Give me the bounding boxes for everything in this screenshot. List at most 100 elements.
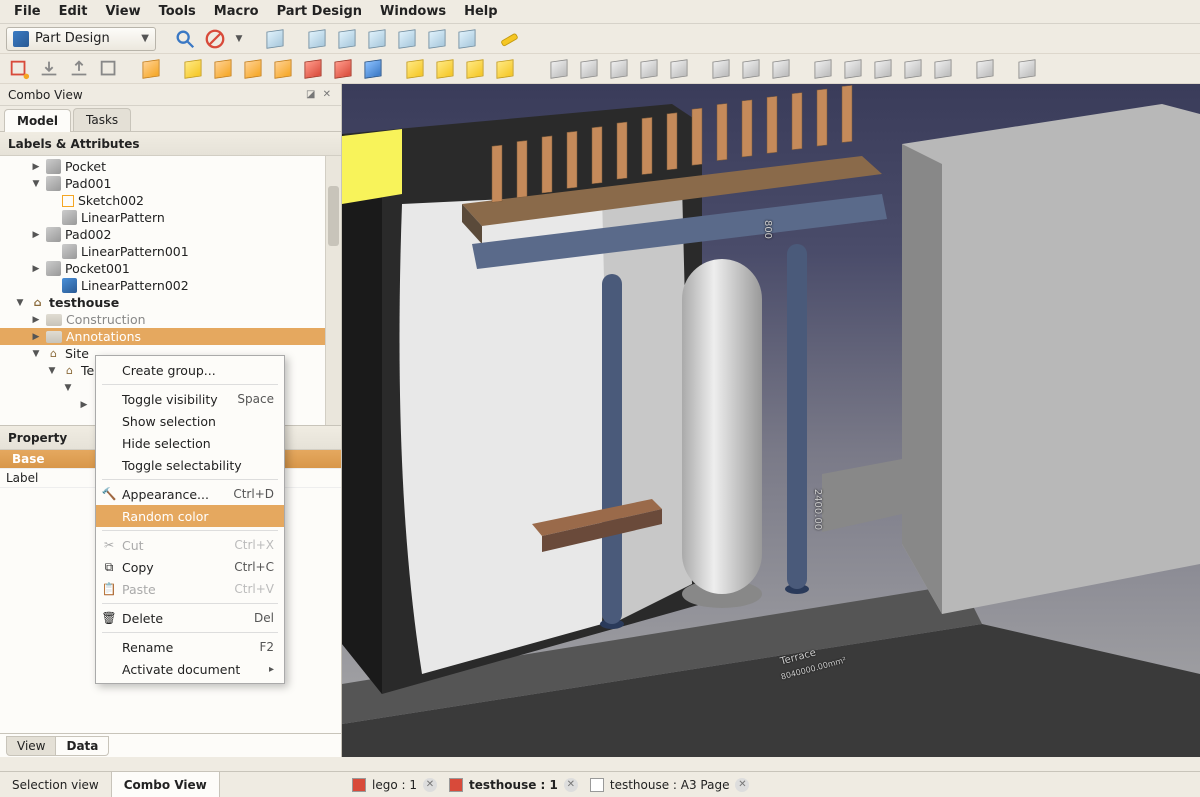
tree-twisty-icon[interactable]: ▼ [30, 179, 42, 189]
tree-twisty-icon[interactable]: ▼ [62, 383, 74, 393]
boolean-icon[interactable] [810, 56, 836, 82]
menu-item[interactable]: RenameF2 [96, 636, 284, 658]
menu-item[interactable]: Hide selection [96, 432, 284, 454]
view-iso-icon[interactable] [262, 26, 288, 52]
menu-item[interactable]: Toggle visibilitySpace [96, 388, 284, 410]
close-icon[interactable]: ✕ [423, 778, 437, 792]
tree-twisty-icon[interactable]: ▶ [30, 162, 42, 172]
layers-icon[interactable] [180, 56, 206, 82]
view-right-icon[interactable] [364, 26, 390, 52]
document-tab[interactable]: lego : 1✕ [352, 778, 437, 792]
scale-icon[interactable] [840, 56, 866, 82]
tree-item[interactable]: ▶Pad002 [0, 226, 341, 243]
tree-twisty-icon[interactable]: ▶ [30, 264, 42, 274]
menu-item[interactable]: Show selection [96, 410, 284, 432]
export-icon[interactable] [66, 56, 92, 82]
document-tab[interactable]: testhouse : 1✕ [449, 778, 578, 792]
menu-item-label: Rename [122, 640, 173, 655]
shapestring-icon[interactable] [900, 56, 926, 82]
measure-icon[interactable] [496, 26, 522, 52]
3d-viewport[interactable]: 400.00656.061900.002400.00800Terrace8040… [342, 84, 1200, 757]
tree-item[interactable]: LinearPattern [0, 209, 341, 226]
tree-item[interactable]: LinearPattern002 [0, 277, 341, 294]
tree-scrollbar[interactable] [325, 156, 341, 425]
pocket-icon[interactable] [300, 56, 326, 82]
workbench-selector[interactable]: Part Design ▼ [6, 27, 156, 51]
tab-data[interactable]: Data [56, 736, 109, 756]
polar-pattern-icon[interactable] [768, 56, 794, 82]
multitransform-icon[interactable] [870, 56, 896, 82]
menu-file[interactable]: File [6, 1, 49, 22]
menu-edit[interactable]: Edit [51, 1, 96, 22]
groove-icon[interactable] [360, 56, 386, 82]
tree-item[interactable]: ▼Pad001 [0, 175, 341, 192]
menu-item[interactable]: Create group... [96, 359, 284, 381]
tree-twisty-icon[interactable]: ▼ [30, 349, 42, 359]
sweep-icon[interactable] [270, 56, 296, 82]
zoom-fit-icon[interactable] [172, 26, 198, 52]
menu-item[interactable]: 🗑DeleteDel [96, 607, 284, 629]
panel-controls-icon[interactable]: ◪ ✕ [306, 89, 333, 100]
pad-icon[interactable] [138, 56, 164, 82]
menu-item[interactable]: Activate document▸ [96, 658, 284, 680]
import-icon[interactable] [36, 56, 62, 82]
fillet-icon[interactable] [402, 56, 428, 82]
menu-macro[interactable]: Macro [206, 1, 267, 22]
loft-icon[interactable] [240, 56, 266, 82]
tree-twisty-icon[interactable]: ▶ [30, 332, 42, 342]
tree-twisty-icon[interactable]: ▶ [30, 315, 42, 325]
view-rear-icon[interactable] [394, 26, 420, 52]
menu-windows[interactable]: Windows [372, 1, 454, 22]
menu-help[interactable]: Help [456, 1, 505, 22]
menu-item[interactable]: 🔨Appearance...Ctrl+D [96, 483, 284, 505]
close-icon[interactable]: ✕ [735, 778, 749, 792]
draft-icon[interactable] [462, 56, 488, 82]
new-sketch-icon[interactable] [6, 56, 32, 82]
menu-item[interactable]: Random color [96, 505, 284, 527]
tree-twisty-icon[interactable]: ▼ [46, 366, 58, 376]
tab-combo-view[interactable]: Combo View [112, 772, 220, 797]
no-entry-icon[interactable] [202, 26, 228, 52]
tree-item[interactable]: ▶Pocket001 [0, 260, 341, 277]
tab-model[interactable]: Model [4, 109, 71, 132]
menu-item[interactable]: ⧉CopyCtrl+C [96, 556, 284, 578]
tree-item[interactable]: ▼⌂testhouse [0, 294, 341, 311]
tab-selection-view[interactable]: Selection view [0, 772, 112, 797]
binder-icon[interactable] [930, 56, 956, 82]
wizard-icon[interactable] [1014, 56, 1040, 82]
linear-pattern-icon[interactable] [738, 56, 764, 82]
chamfer-icon[interactable] [432, 56, 458, 82]
arc-icon[interactable] [636, 56, 662, 82]
dropdown-arrow-icon[interactable]: ▼ [232, 26, 246, 52]
tab-tasks[interactable]: Tasks [73, 108, 131, 131]
tree-item[interactable]: ▶Construction [0, 311, 341, 328]
tree-twisty-icon[interactable]: ▼ [14, 298, 26, 308]
tree-item[interactable]: ▶Pocket [0, 158, 341, 175]
tree-twisty-icon[interactable]: ▶ [78, 400, 90, 410]
menu-view[interactable]: View [97, 1, 148, 22]
thickness-icon[interactable] [492, 56, 518, 82]
mirror-icon[interactable] [708, 56, 734, 82]
menu-item[interactable]: Toggle selectability [96, 454, 284, 476]
close-icon[interactable]: ✕ [564, 778, 578, 792]
document-tab[interactable]: testhouse : A3 Page✕ [590, 778, 750, 792]
validate-icon[interactable] [96, 56, 122, 82]
point-icon[interactable] [546, 56, 572, 82]
tree-item[interactable]: Sketch002 [0, 192, 341, 209]
view-bottom-icon[interactable] [424, 26, 450, 52]
tab-view[interactable]: View [6, 736, 56, 756]
tree-item[interactable]: LinearPattern001 [0, 243, 341, 260]
view-front-icon[interactable] [304, 26, 330, 52]
datum-plane-icon[interactable] [972, 56, 998, 82]
view-left-icon[interactable] [454, 26, 480, 52]
hole-icon[interactable] [330, 56, 356, 82]
line-icon[interactable] [576, 56, 602, 82]
menu-partdesign[interactable]: Part Design [269, 1, 370, 22]
tree-item[interactable]: ▶Annotations [0, 328, 341, 345]
cone-icon[interactable] [666, 56, 692, 82]
menu-tools[interactable]: Tools [151, 1, 204, 22]
revolve-icon[interactable] [210, 56, 236, 82]
tree-twisty-icon[interactable]: ▶ [30, 230, 42, 240]
circle-icon[interactable] [606, 56, 632, 82]
view-top-icon[interactable] [334, 26, 360, 52]
